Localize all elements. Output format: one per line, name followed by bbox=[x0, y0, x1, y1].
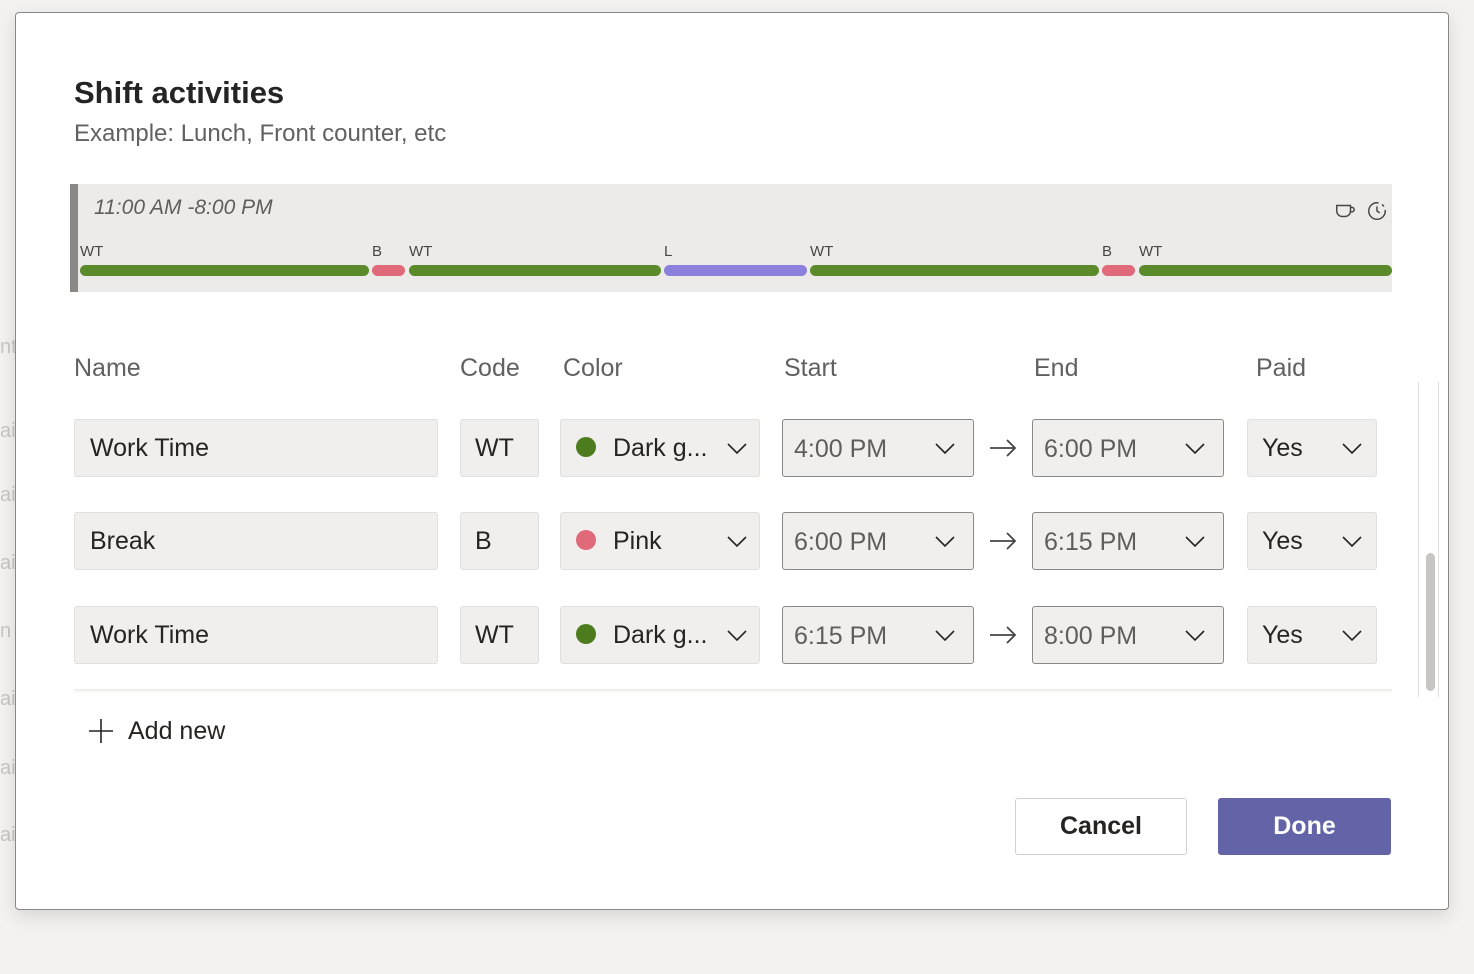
column-header-name: Name bbox=[74, 354, 141, 382]
activity-code-input[interactable]: WT bbox=[460, 606, 539, 664]
paid-dropdown[interactable]: Yes bbox=[1247, 606, 1377, 664]
cancel-button[interactable]: Cancel bbox=[1015, 798, 1187, 855]
end-time-dropdown[interactable]: 8:00 PM bbox=[1032, 606, 1224, 664]
chevron-down-icon bbox=[1185, 442, 1205, 455]
chevron-down-icon bbox=[935, 442, 955, 455]
color-name: Pink bbox=[613, 527, 662, 555]
timeline-segment-bar bbox=[810, 265, 1099, 276]
timeline-segment-bar bbox=[409, 265, 661, 276]
background-text-fragment: ai bbox=[0, 757, 16, 779]
activity-list: Work Time WT Dark g... 4:00 PM 6:00 PM Yes Bre… bbox=[16, 381, 1450, 691]
column-header-color: Color bbox=[563, 354, 623, 382]
timeline-segment-bar bbox=[664, 265, 807, 276]
dialog-subtitle: Example: Lunch, Front counter, etc bbox=[74, 120, 447, 147]
chevron-down-icon bbox=[1342, 535, 1362, 548]
dialog-title: Shift activities bbox=[74, 75, 285, 110]
activity-row: Work Time WT Dark g... 6:15 PM 8:00 PM Yes bbox=[16, 606, 1416, 666]
activity-row: Work Time WT Dark g... 4:00 PM 6:00 PM Yes bbox=[16, 419, 1416, 479]
column-header-code: Code bbox=[460, 354, 520, 382]
timeline-segment-label: WT bbox=[409, 243, 433, 260]
start-time-value: 4:00 PM bbox=[794, 435, 888, 463]
shift-activities-dialog: Shift activities Example: Lunch, Front c… bbox=[15, 12, 1449, 910]
end-time-value: 8:00 PM bbox=[1044, 622, 1138, 650]
chevron-down-icon bbox=[935, 535, 955, 548]
color-name: Dark g... bbox=[613, 434, 708, 462]
activity-name-input[interactable]: Work Time bbox=[74, 419, 438, 477]
activity-row: Break B Pink 6:00 PM 6:15 PM Yes bbox=[16, 512, 1416, 572]
timeline-segment-label: WT bbox=[1139, 243, 1163, 260]
clock-break-icon bbox=[1368, 202, 1386, 220]
timeline-segment-label: WT bbox=[810, 243, 834, 260]
end-time-value: 6:15 PM bbox=[1044, 528, 1138, 556]
timeline-segment-label: B bbox=[1102, 243, 1113, 260]
column-header-paid: Paid bbox=[1256, 354, 1307, 382]
chevron-down-icon bbox=[727, 442, 747, 455]
paid-value: Yes bbox=[1262, 527, 1303, 555]
shift-time-range: 11:00 AM -8:00 PM bbox=[94, 196, 273, 219]
coffee-cup-icon bbox=[1336, 204, 1355, 218]
background-text-fragment: ai bbox=[0, 552, 16, 574]
arrow-right-icon bbox=[990, 439, 1017, 457]
activity-color-dropdown[interactable]: Dark g... bbox=[560, 419, 760, 477]
end-time-value: 6:00 PM bbox=[1044, 435, 1138, 463]
end-time-dropdown[interactable]: 6:00 PM bbox=[1032, 419, 1224, 477]
plus-icon bbox=[89, 719, 113, 743]
add-new-label: Add new bbox=[128, 716, 226, 745]
color-swatch bbox=[576, 624, 596, 644]
column-header-end: End bbox=[1034, 354, 1079, 382]
column-header-start: Start bbox=[784, 354, 837, 382]
paid-value: Yes bbox=[1262, 621, 1303, 649]
chevron-down-icon bbox=[1342, 442, 1362, 455]
end-time-dropdown[interactable]: 6:15 PM bbox=[1032, 512, 1224, 570]
background-text-fragment: n bbox=[0, 620, 12, 642]
activity-color-dropdown[interactable]: Pink bbox=[560, 512, 760, 570]
activity-code-input[interactable]: B bbox=[460, 512, 539, 570]
add-new-activity-button[interactable]: Add new bbox=[88, 713, 225, 749]
start-time-dropdown[interactable]: 4:00 PM bbox=[782, 419, 974, 477]
timeline-segment-bar bbox=[372, 265, 405, 276]
arrow-right-icon bbox=[990, 532, 1017, 550]
activity-name-input[interactable]: Work Time bbox=[74, 606, 438, 664]
paid-dropdown[interactable]: Yes bbox=[1247, 512, 1377, 570]
chevron-down-icon bbox=[1185, 535, 1205, 548]
list-divider bbox=[74, 689, 1392, 693]
start-time-dropdown[interactable]: 6:15 PM bbox=[782, 606, 974, 664]
paid-value: Yes bbox=[1262, 434, 1303, 462]
timeline-segment-bar bbox=[80, 265, 369, 276]
scrollbar-thumb[interactable] bbox=[1426, 553, 1435, 691]
activity-name-input[interactable]: Break bbox=[74, 512, 438, 570]
start-time-dropdown[interactable]: 6:00 PM bbox=[782, 512, 974, 570]
activity-list-scrollbar[interactable] bbox=[1418, 382, 1439, 697]
timeline-segment-label: WT bbox=[80, 243, 104, 260]
start-time-value: 6:15 PM bbox=[794, 622, 888, 650]
timeline-segment-bar bbox=[1102, 265, 1135, 276]
activity-color-dropdown[interactable]: Dark g... bbox=[560, 606, 760, 664]
shift-timeline: 11:00 AM -8:00 PM WT B WT L WT B WT bbox=[70, 184, 1392, 292]
paid-dropdown[interactable]: Yes bbox=[1247, 419, 1377, 477]
chevron-down-icon bbox=[935, 629, 955, 642]
timeline-segment-label: B bbox=[372, 243, 383, 260]
background-text-fragment: ai bbox=[0, 484, 16, 506]
activity-code-input[interactable]: WT bbox=[460, 419, 539, 477]
chevron-down-icon bbox=[1185, 629, 1205, 642]
timeline-segment-bar bbox=[1139, 265, 1392, 276]
color-swatch bbox=[576, 530, 596, 550]
chevron-down-icon bbox=[727, 629, 747, 642]
start-time-value: 6:00 PM bbox=[794, 528, 888, 556]
arrow-right-icon bbox=[990, 626, 1017, 644]
background-text-fragment: ai bbox=[0, 824, 16, 846]
color-name: Dark g... bbox=[613, 621, 708, 649]
chevron-down-icon bbox=[1342, 629, 1362, 642]
background-text-fragment: ai bbox=[0, 688, 16, 710]
background-text-fragment: ai bbox=[0, 420, 16, 442]
chevron-down-icon bbox=[727, 535, 747, 548]
timeline-segment-label: L bbox=[664, 243, 673, 260]
done-button[interactable]: Done bbox=[1218, 798, 1391, 855]
color-swatch bbox=[576, 437, 596, 457]
